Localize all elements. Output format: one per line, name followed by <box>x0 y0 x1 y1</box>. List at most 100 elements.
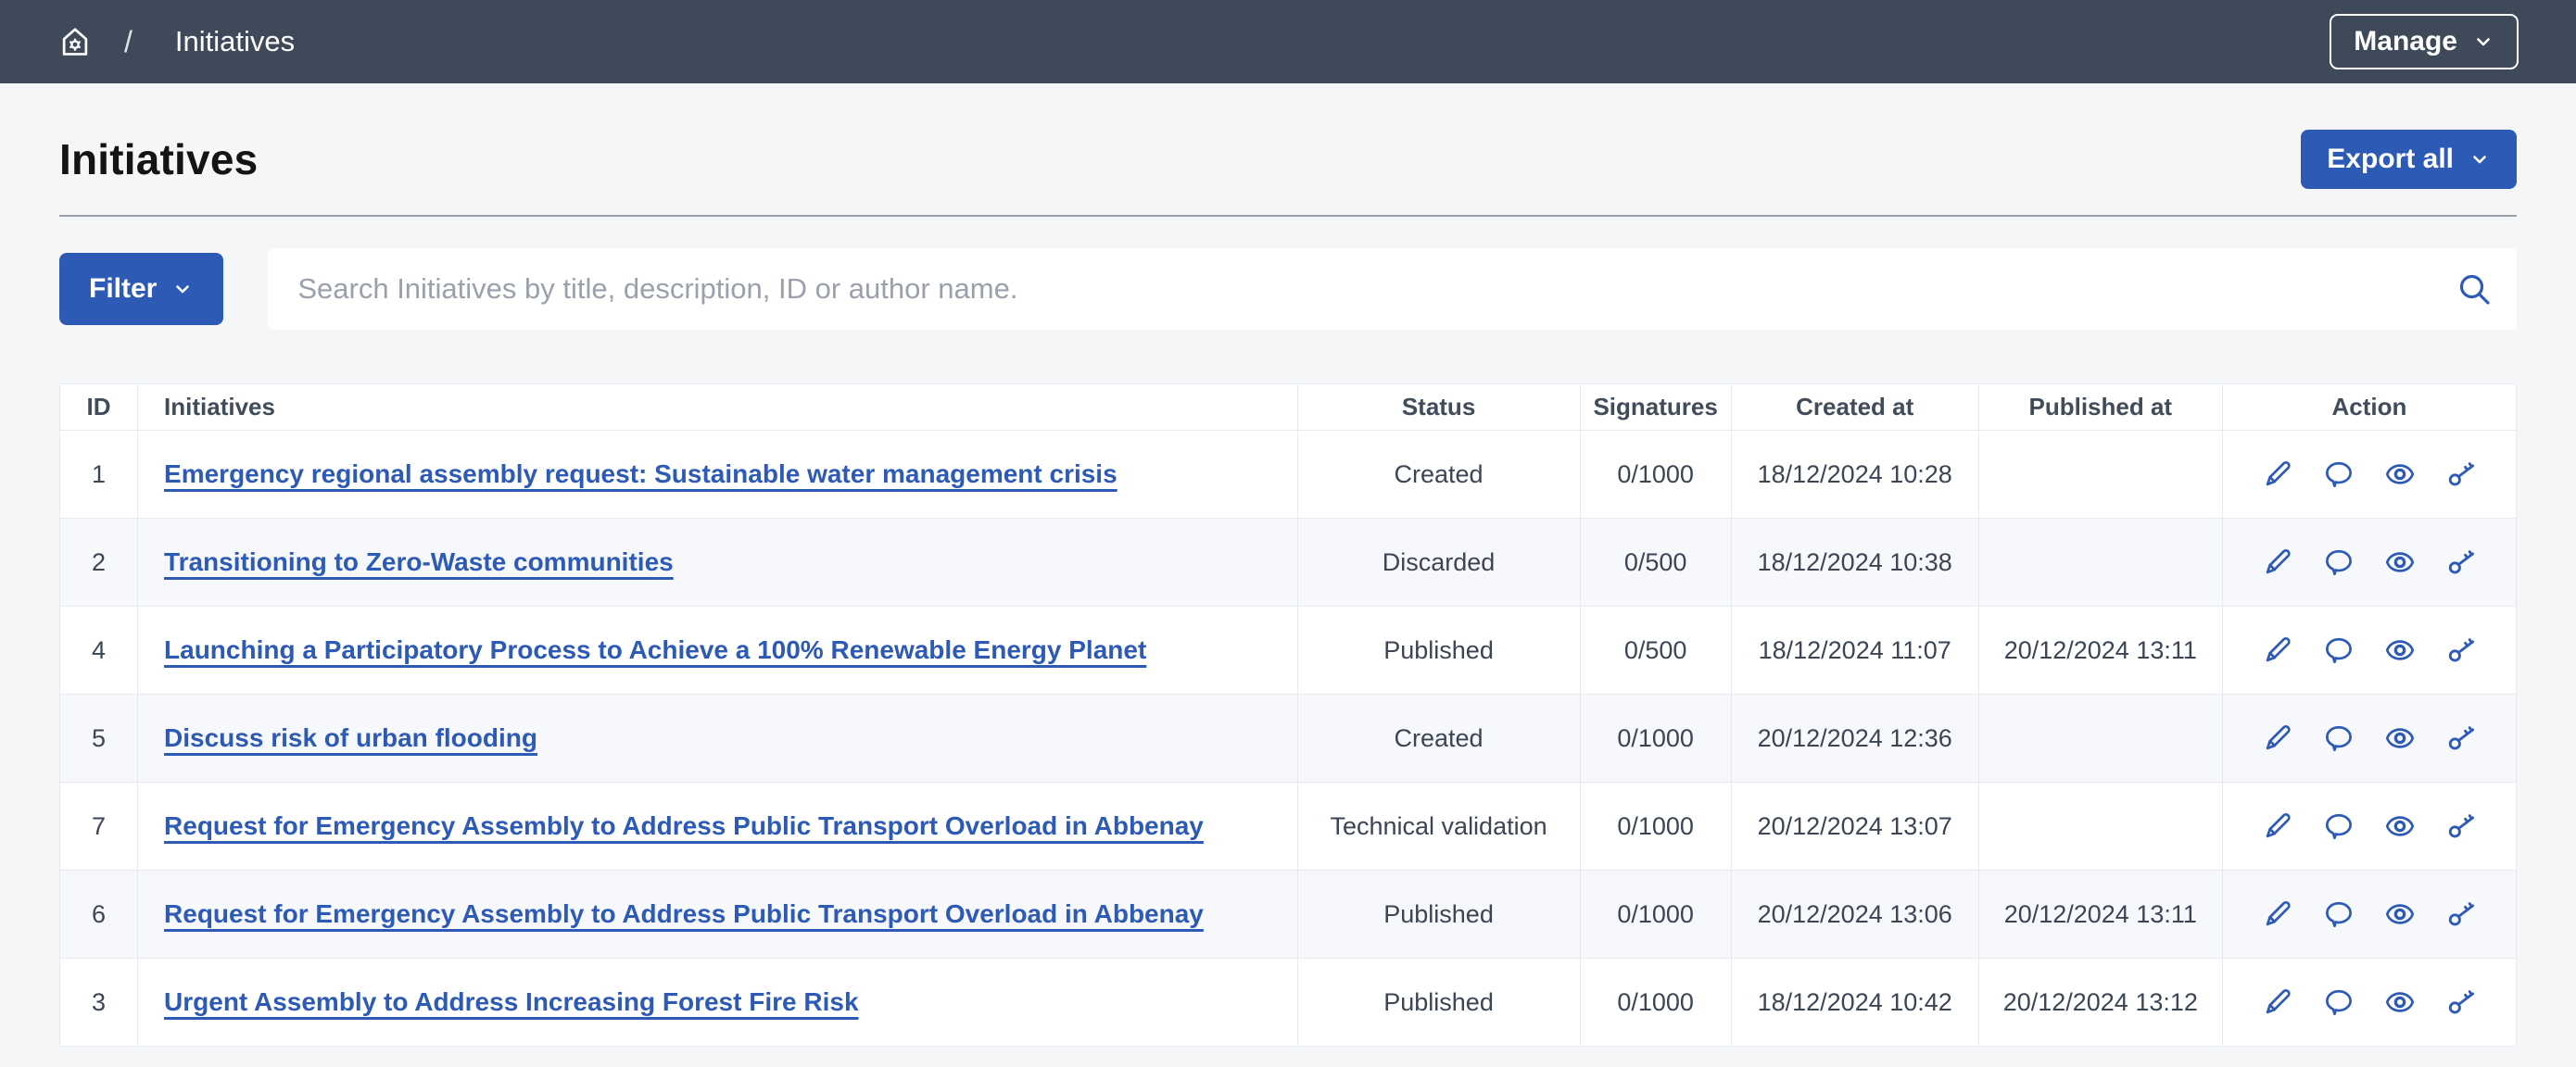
search-icon[interactable] <box>2456 270 2493 308</box>
initiative-created-at: 18/12/2024 10:38 <box>1731 519 1978 607</box>
topbar: / Initiatives Manage <box>0 0 2576 83</box>
table-row: 2 Transitioning to Zero-Waste communitie… <box>60 519 2517 607</box>
table-row: 7 Request for Emergency Assembly to Addr… <box>60 783 2517 871</box>
initiative-published-at: 20/12/2024 13:11 <box>1978 607 2222 695</box>
answer-icon[interactable] <box>2323 810 2355 842</box>
chevron-down-icon <box>2472 31 2494 53</box>
initiative-title-link[interactable]: Urgent Assembly to Address Increasing Fo… <box>164 987 858 1016</box>
breadcrumb-separator: / <box>124 25 133 59</box>
table-row: 3 Urgent Assembly to Address Increasing … <box>60 959 2517 1047</box>
initiative-status: Published <box>1297 871 1580 959</box>
filter-button[interactable]: Filter <box>59 253 223 325</box>
initiative-title-link[interactable]: Emergency regional assembly request: Sus… <box>164 459 1118 488</box>
permissions-key-icon[interactable] <box>2445 634 2477 666</box>
column-header-created-at: Created at <box>1731 384 1978 431</box>
edit-icon[interactable] <box>2262 546 2293 578</box>
initiative-published-at <box>1978 431 2222 519</box>
initiative-signatures: 0/500 <box>1580 607 1731 695</box>
preview-icon[interactable] <box>2384 898 2416 930</box>
permissions-key-icon[interactable] <box>2445 722 2477 754</box>
answer-icon[interactable] <box>2323 898 2355 930</box>
permissions-key-icon[interactable] <box>2445 458 2477 490</box>
initiative-id: 2 <box>60 519 138 607</box>
initiative-title-link[interactable]: Request for Emergency Assembly to Addres… <box>164 811 1204 840</box>
initiative-created-at: 20/12/2024 13:06 <box>1731 871 1978 959</box>
initiative-published-at <box>1978 519 2222 607</box>
initiative-published-at <box>1978 783 2222 871</box>
initiative-title-link[interactable]: Request for Emergency Assembly to Addres… <box>164 899 1204 928</box>
row-actions <box>2230 546 2508 578</box>
initiative-published-at <box>1978 695 2222 783</box>
initiatives-table-wrapper: ID Initiatives Status Signatures Created… <box>59 383 2517 1047</box>
initiative-published-at: 20/12/2024 13:12 <box>1978 959 2222 1047</box>
chevron-down-icon <box>171 278 194 300</box>
permissions-key-icon[interactable] <box>2445 546 2477 578</box>
permissions-key-icon[interactable] <box>2445 986 2477 1018</box>
initiative-signatures: 0/500 <box>1580 519 1731 607</box>
initiative-created-at: 18/12/2024 11:07 <box>1731 607 1978 695</box>
search-input[interactable] <box>268 248 2517 330</box>
answer-icon[interactable] <box>2323 546 2355 578</box>
permissions-key-icon[interactable] <box>2445 898 2477 930</box>
row-actions <box>2230 986 2508 1018</box>
table-row: 5 Discuss risk of urban flooding Created… <box>60 695 2517 783</box>
edit-icon[interactable] <box>2262 810 2293 842</box>
table-row: 4 Launching a Participatory Process to A… <box>60 607 2517 695</box>
main-content: Initiatives Export all Filter <box>0 83 2576 1047</box>
preview-icon[interactable] <box>2384 634 2416 666</box>
preview-icon[interactable] <box>2384 810 2416 842</box>
edit-icon[interactable] <box>2262 898 2293 930</box>
answer-icon[interactable] <box>2323 458 2355 490</box>
column-header-id: ID <box>60 384 138 431</box>
table-body: 1 Emergency regional assembly request: S… <box>60 431 2517 1047</box>
initiative-status: Technical validation <box>1297 783 1580 871</box>
initiative-id: 3 <box>60 959 138 1047</box>
export-all-label: Export all <box>2327 144 2454 175</box>
preview-icon[interactable] <box>2384 546 2416 578</box>
permissions-key-icon[interactable] <box>2445 810 2477 842</box>
row-actions <box>2230 722 2508 754</box>
initiative-id: 1 <box>60 431 138 519</box>
row-actions <box>2230 634 2508 666</box>
initiatives-table: ID Initiatives Status Signatures Created… <box>59 383 2517 1047</box>
export-all-button[interactable]: Export all <box>2301 130 2517 189</box>
edit-icon[interactable] <box>2262 634 2293 666</box>
breadcrumb-current: Initiatives <box>175 25 295 58</box>
initiative-signatures: 0/1000 <box>1580 871 1731 959</box>
edit-icon[interactable] <box>2262 722 2293 754</box>
initiative-id: 4 <box>60 607 138 695</box>
column-header-signatures: Signatures <box>1580 384 1731 431</box>
edit-icon[interactable] <box>2262 458 2293 490</box>
initiative-created-at: 20/12/2024 12:36 <box>1731 695 1978 783</box>
preview-icon[interactable] <box>2384 458 2416 490</box>
row-actions <box>2230 810 2508 842</box>
initiative-signatures: 0/1000 <box>1580 695 1731 783</box>
initiative-title-link[interactable]: Transitioning to Zero-Waste communities <box>164 547 674 576</box>
manage-button-label: Manage <box>2354 26 2457 57</box>
answer-icon[interactable] <box>2323 722 2355 754</box>
initiative-title-link[interactable]: Discuss risk of urban flooding <box>164 723 537 752</box>
initiative-signatures: 0/1000 <box>1580 431 1731 519</box>
initiative-id: 7 <box>60 783 138 871</box>
row-actions <box>2230 898 2508 930</box>
edit-icon[interactable] <box>2262 986 2293 1018</box>
initiative-status: Created <box>1297 695 1580 783</box>
preview-icon[interactable] <box>2384 722 2416 754</box>
chevron-down-icon <box>2469 148 2491 170</box>
row-actions <box>2230 458 2508 490</box>
answer-icon[interactable] <box>2323 986 2355 1018</box>
page-title: Initiatives <box>59 134 258 184</box>
table-row: 6 Request for Emergency Assembly to Addr… <box>60 871 2517 959</box>
home-link[interactable] <box>57 24 93 59</box>
initiative-status: Published <box>1297 607 1580 695</box>
table-row: 1 Emergency regional assembly request: S… <box>60 431 2517 519</box>
answer-icon[interactable] <box>2323 634 2355 666</box>
column-header-published-at: Published at <box>1978 384 2222 431</box>
home-gear-icon <box>57 24 93 59</box>
filter-row: Filter <box>59 248 2517 330</box>
search-bar <box>268 248 2517 330</box>
preview-icon[interactable] <box>2384 986 2416 1018</box>
initiative-status: Discarded <box>1297 519 1580 607</box>
initiative-title-link[interactable]: Launching a Participatory Process to Ach… <box>164 635 1146 664</box>
manage-button[interactable]: Manage <box>2330 14 2519 69</box>
